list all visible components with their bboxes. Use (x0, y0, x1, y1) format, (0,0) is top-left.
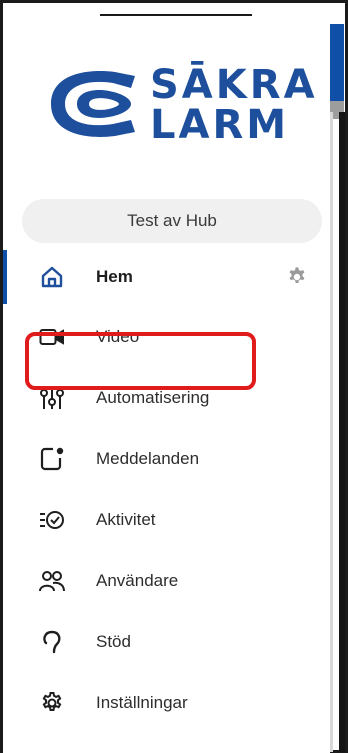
hub-selector[interactable]: Test av Hub (22, 199, 322, 243)
sidebar-item-label: Inställningar (96, 693, 188, 712)
activity-icon (39, 507, 65, 533)
gear-icon[interactable] (286, 266, 308, 288)
content-divider (330, 112, 333, 752)
brand-logo[interactable]: SĀKRA LARM (43, 64, 323, 145)
caption-underline (100, 14, 252, 16)
sidebar-item-label: Automatisering (96, 388, 210, 407)
app-header-strip (330, 24, 344, 101)
sidebar-item-label: Hem (96, 267, 133, 286)
sidebar: SĀKRA LARM Test av Hub Hem Video Automat… (3, 24, 330, 753)
active-indicator (3, 250, 7, 304)
logo-mark-icon (51, 71, 135, 137)
sidebar-item-label: Stöd (96, 632, 131, 651)
brand-line2: LARM (150, 102, 290, 148)
video-highlight-annotation (25, 332, 256, 390)
sidebar-item-label: Användare (96, 571, 179, 590)
sidebar-item-users[interactable]: Användare (3, 551, 330, 611)
sidebar-item-label: Meddelanden (96, 449, 200, 468)
users-icon (39, 568, 65, 594)
hub-name: Test av Hub (127, 211, 217, 230)
sidebar-item-support[interactable]: Stöd (3, 612, 330, 672)
sidebar-item-label: Aktivitet (96, 510, 156, 529)
sidebar-item-settings[interactable]: Inställningar (3, 673, 330, 733)
brand-name: SĀKRA LARM (150, 65, 318, 145)
home-icon (39, 264, 65, 290)
brand-line1: SĀKRA (150, 62, 318, 108)
settings-icon (39, 690, 65, 716)
message-icon (39, 446, 65, 472)
sidebar-item-activity[interactable]: Aktivitet (3, 490, 330, 550)
sidebar-item-home[interactable]: Hem (3, 247, 330, 307)
main-content-edge (339, 112, 345, 752)
support-icon (39, 629, 65, 655)
sidebar-item-messages[interactable]: Meddelanden (3, 429, 330, 489)
